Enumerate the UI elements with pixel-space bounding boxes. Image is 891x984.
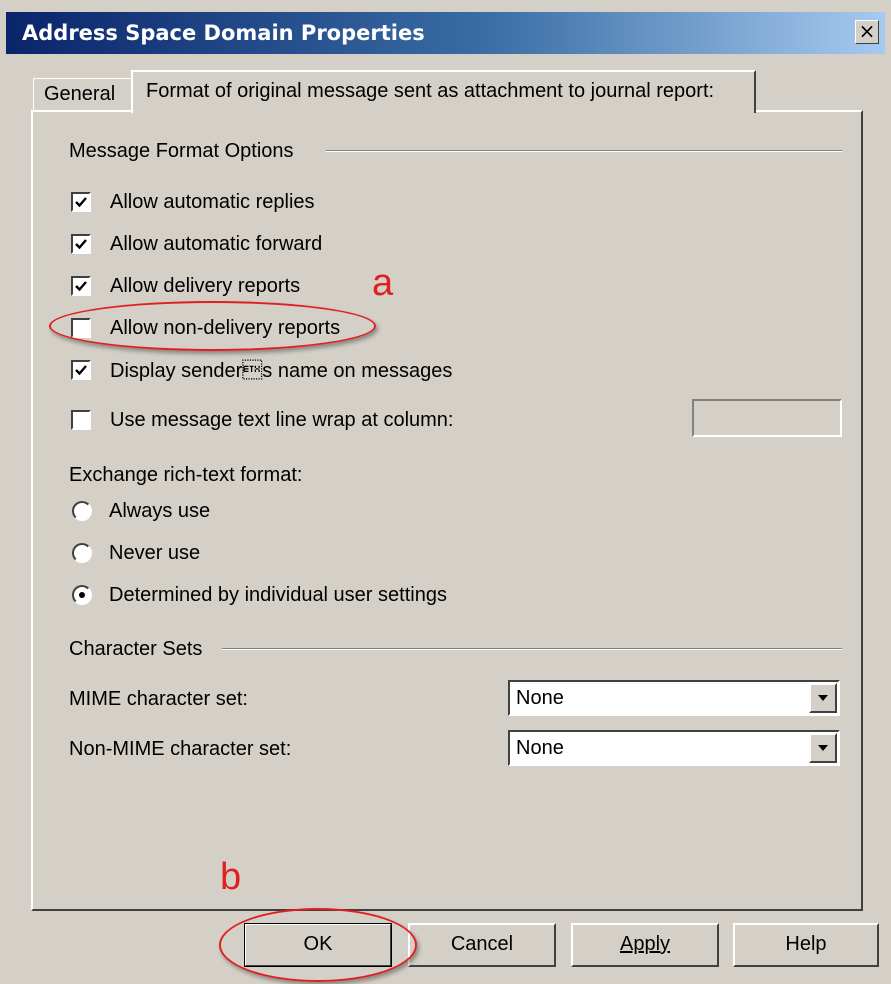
- checkbox-label: Display senders name on messages: [110, 360, 453, 382]
- checkbox-delivery-reports[interactable]: [71, 276, 91, 296]
- radio-label: Determined by individual user settings: [109, 584, 447, 606]
- radio-never-use[interactable]: [72, 543, 92, 563]
- dropdown-button[interactable]: [809, 683, 837, 713]
- character-sets-group-label: Character Sets: [69, 638, 203, 660]
- window-title: Address Space Domain Properties: [22, 21, 425, 45]
- chevron-down-icon: [818, 695, 828, 701]
- radio-always-use[interactable]: [72, 501, 92, 521]
- annotation-ellipse-b: [219, 908, 417, 982]
- checkbox-display-sender-name[interactable]: [71, 360, 91, 380]
- help-button[interactable]: Help: [733, 923, 879, 967]
- non-mime-charset-value: None: [516, 737, 564, 759]
- mime-charset-value: None: [516, 687, 564, 709]
- checkbox-label: Use message text line wrap at column:: [110, 409, 454, 431]
- checkbox-line-wrap[interactable]: [71, 410, 91, 430]
- close-icon[interactable]: ×: [855, 20, 879, 44]
- apply-button[interactable]: Apply: [571, 923, 719, 967]
- tab-general-label: General: [44, 83, 116, 105]
- title-bar[interactable]: Address Space Domain Properties ×: [6, 12, 885, 54]
- mime-charset-select[interactable]: None: [508, 680, 840, 716]
- message-format-separator: [326, 150, 842, 152]
- radio-selected-dot: [79, 592, 85, 598]
- non-mime-charset-label: Non-MIME character set:: [69, 738, 292, 760]
- radio-label: Always use: [109, 500, 211, 522]
- message-format-group-label: Message Format Options: [69, 140, 294, 162]
- wrap-column-field[interactable]: [692, 399, 842, 437]
- radio-label: Never use: [109, 542, 201, 564]
- tab-message-format[interactable]: Format of original message sent as attac…: [131, 70, 756, 113]
- rich-text-label: Exchange rich-text format:: [69, 464, 303, 486]
- checkbox-auto-replies[interactable]: [71, 192, 91, 212]
- properties-dialog: Address Space Domain Properties × Genera…: [0, 0, 891, 984]
- tab-message-format-label: Format of original message sent as attac…: [146, 80, 715, 102]
- non-mime-charset-select[interactable]: None: [508, 730, 840, 766]
- annotation-ellipse-a: [49, 301, 376, 351]
- checkmark-icon: [75, 365, 87, 376]
- checkbox-label: Allow automatic replies: [110, 191, 315, 213]
- checkbox-label: Allow automatic forward: [110, 233, 323, 255]
- tab-general[interactable]: General: [33, 78, 133, 111]
- character-sets-separator: [222, 648, 842, 650]
- radio-user-settings[interactable]: [72, 585, 92, 605]
- chevron-down-icon: [818, 745, 828, 751]
- annotation-letter-b: b: [220, 856, 242, 898]
- checkmark-icon: [75, 281, 87, 292]
- checkmark-icon: [75, 197, 87, 208]
- mime-charset-label: MIME character set:: [69, 688, 248, 710]
- cancel-button[interactable]: Cancel: [408, 923, 556, 967]
- annotation-letter-a: a: [372, 262, 394, 304]
- dropdown-button[interactable]: [809, 733, 837, 763]
- checkbox-label: Allow delivery reports: [110, 275, 301, 297]
- checkmark-icon: [75, 239, 87, 250]
- checkbox-auto-forward[interactable]: [71, 234, 91, 254]
